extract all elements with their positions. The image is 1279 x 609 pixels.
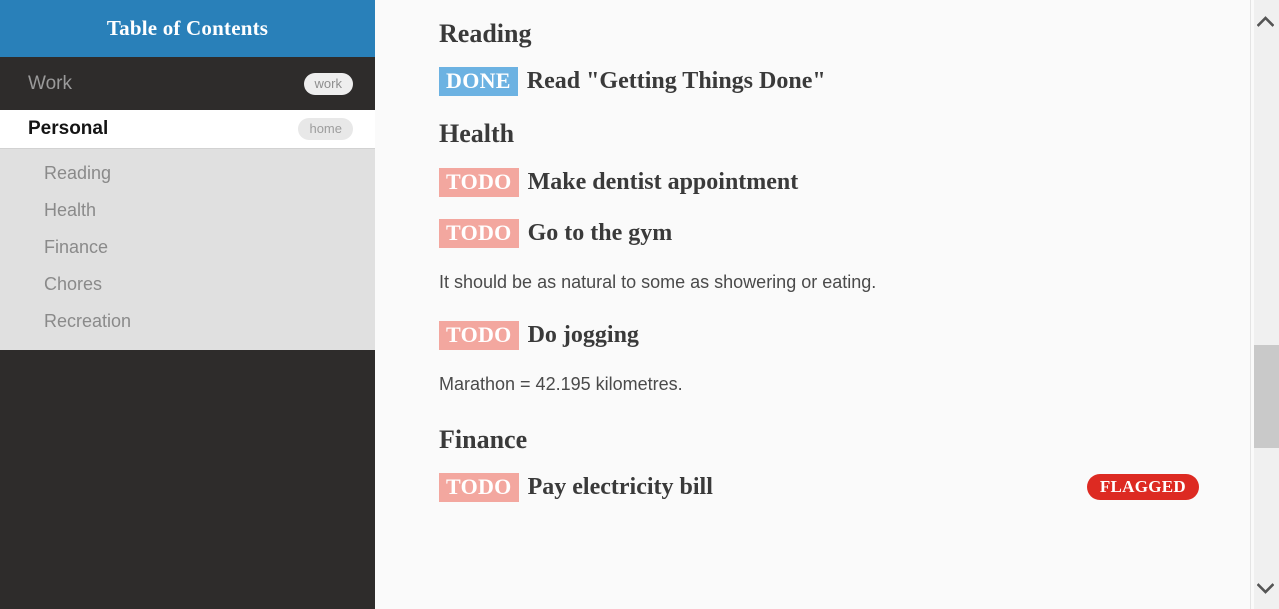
task-row[interactable]: TODO Pay electricity bill FLAGGED: [439, 472, 1199, 502]
task-main: TODO Make dentist appointment: [439, 167, 799, 197]
vertical-scrollbar[interactable]: [1250, 0, 1279, 609]
sidebar-item-personal-tag: home: [298, 118, 353, 140]
sidebar-item-chores-label: Chores: [44, 274, 103, 294]
sidebar-empty-space: [0, 350, 375, 609]
task-keyword-todo[interactable]: TODO: [439, 218, 519, 248]
task-title: Go to the gym: [527, 219, 673, 246]
sidebar-body: Work work Personal home Reading Health F…: [0, 57, 375, 609]
paragraph-marathon-note: Marathon = 42.195 kilometres.: [439, 374, 683, 395]
task-row[interactable]: TODO Do jogging: [439, 321, 1199, 351]
document-body: Reading DONE Read "Getting Things Done" …: [439, 0, 1279, 502]
sidebar-item-chores[interactable]: Chores: [0, 266, 375, 303]
task-main: TODO Pay electricity bill: [439, 472, 713, 502]
task-keyword-todo[interactable]: TODO: [439, 167, 519, 197]
task-main: TODO Do jogging: [439, 321, 639, 351]
task-title: Make dentist appointment: [527, 168, 799, 195]
sidebar-table-of-contents: Table of Contents Work work Personal hom…: [0, 0, 375, 609]
paragraph-gym-note: It should be as natural to some as showe…: [439, 271, 877, 292]
section-heading-health: Health: [439, 119, 515, 149]
app-window: Table of Contents Work work Personal hom…: [0, 0, 1279, 609]
task-title: Do jogging: [527, 322, 639, 349]
sidebar-item-recreation-label: Recreation: [44, 311, 132, 331]
task-title: Pay electricity bill: [527, 473, 713, 500]
task-row[interactable]: TODO Go to the gym: [439, 218, 1199, 248]
sidebar-item-personal-label: Personal: [28, 118, 109, 139]
sidebar-sub-list: Reading Health Finance Chores Recreation: [0, 148, 375, 350]
scroll-down-arrow-icon[interactable]: [1251, 569, 1279, 607]
task-main: TODO Go to the gym: [439, 218, 673, 248]
sidebar-item-reading[interactable]: Reading: [0, 155, 375, 192]
task-title: Read "Getting Things Done": [526, 68, 826, 95]
sidebar-header-title: Table of Contents: [0, 0, 375, 57]
sidebar-item-work-tag: work: [303, 72, 353, 95]
task-main: DONE Read "Getting Things Done": [439, 67, 826, 97]
sidebar-item-work-label: Work: [28, 72, 72, 94]
sidebar-item-recreation[interactable]: Recreation: [0, 303, 375, 340]
status-badge-flagged[interactable]: FLAGGED: [1086, 474, 1199, 501]
task-row[interactable]: TODO Make dentist appointment: [439, 167, 1199, 197]
sidebar-item-reading-label: Reading: [44, 163, 112, 183]
section-heading-reading: Reading: [439, 19, 532, 48]
sidebar-item-finance[interactable]: Finance: [0, 229, 375, 266]
task-row[interactable]: DONE Read "Getting Things Done": [439, 67, 1199, 97]
task-keyword-todo[interactable]: TODO: [439, 321, 519, 351]
task-keyword-todo[interactable]: TODO: [439, 472, 519, 502]
scroll-up-arrow-icon[interactable]: [1251, 2, 1279, 40]
sidebar-item-personal[interactable]: Personal home: [0, 110, 375, 148]
scrollbar-track-edge: [1251, 0, 1254, 609]
sidebar-item-finance-label: Finance: [44, 237, 109, 257]
sidebar-item-work[interactable]: Work work: [0, 57, 375, 110]
sidebar-top-level-list: Work work Personal home: [0, 57, 375, 148]
task-keyword-done[interactable]: DONE: [439, 67, 518, 97]
document-content-area: Reading DONE Read "Getting Things Done" …: [375, 0, 1279, 609]
sidebar-item-health-label: Health: [44, 200, 97, 220]
scrollbar-thumb[interactable]: [1254, 345, 1279, 448]
section-heading-finance: Finance: [439, 424, 528, 454]
sidebar-item-health[interactable]: Health: [0, 192, 375, 229]
